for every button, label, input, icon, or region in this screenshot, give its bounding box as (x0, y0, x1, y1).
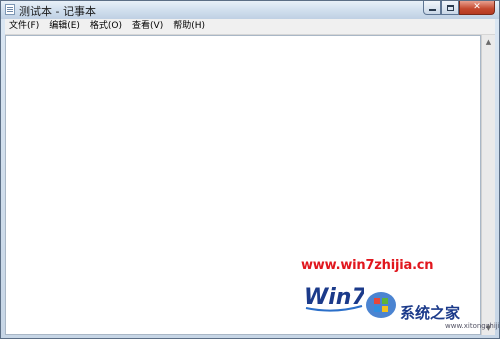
maximize-button[interactable] (441, 1, 459, 15)
scroll-up-icon[interactable]: ▲ (482, 35, 495, 49)
window-title: 测试本 - 记事本 (19, 5, 96, 18)
menu-bar: 文件(F) 编辑(E) 格式(O) 查看(V) 帮助(H) (5, 19, 495, 35)
notepad-icon[interactable] (5, 4, 15, 15)
text-editor-area[interactable] (5, 35, 481, 335)
notepad-window: 测试本 - 记事本 ✕ 文件(F) 编辑(E) 格式(O) 查看(V) 帮助(H… (0, 0, 500, 339)
minimize-button[interactable] (423, 1, 441, 15)
menu-format[interactable]: 格式(O) (86, 19, 126, 34)
menu-file[interactable]: 文件(F) (5, 19, 43, 34)
close-icon: ✕ (473, 2, 481, 12)
minimize-icon (424, 1, 440, 14)
caption-buttons: ✕ (423, 1, 495, 16)
title-bar[interactable]: 测试本 - 记事本 ✕ (1, 1, 499, 19)
scroll-down-icon[interactable]: ▼ (482, 321, 495, 335)
menu-edit[interactable]: 编辑(E) (45, 19, 84, 34)
menu-view[interactable]: 查看(V) (128, 19, 167, 34)
maximize-icon (442, 1, 458, 14)
vertical-scrollbar[interactable]: ▲ ▼ (481, 35, 495, 335)
menu-help[interactable]: 帮助(H) (169, 19, 209, 34)
close-button[interactable]: ✕ (459, 1, 495, 15)
